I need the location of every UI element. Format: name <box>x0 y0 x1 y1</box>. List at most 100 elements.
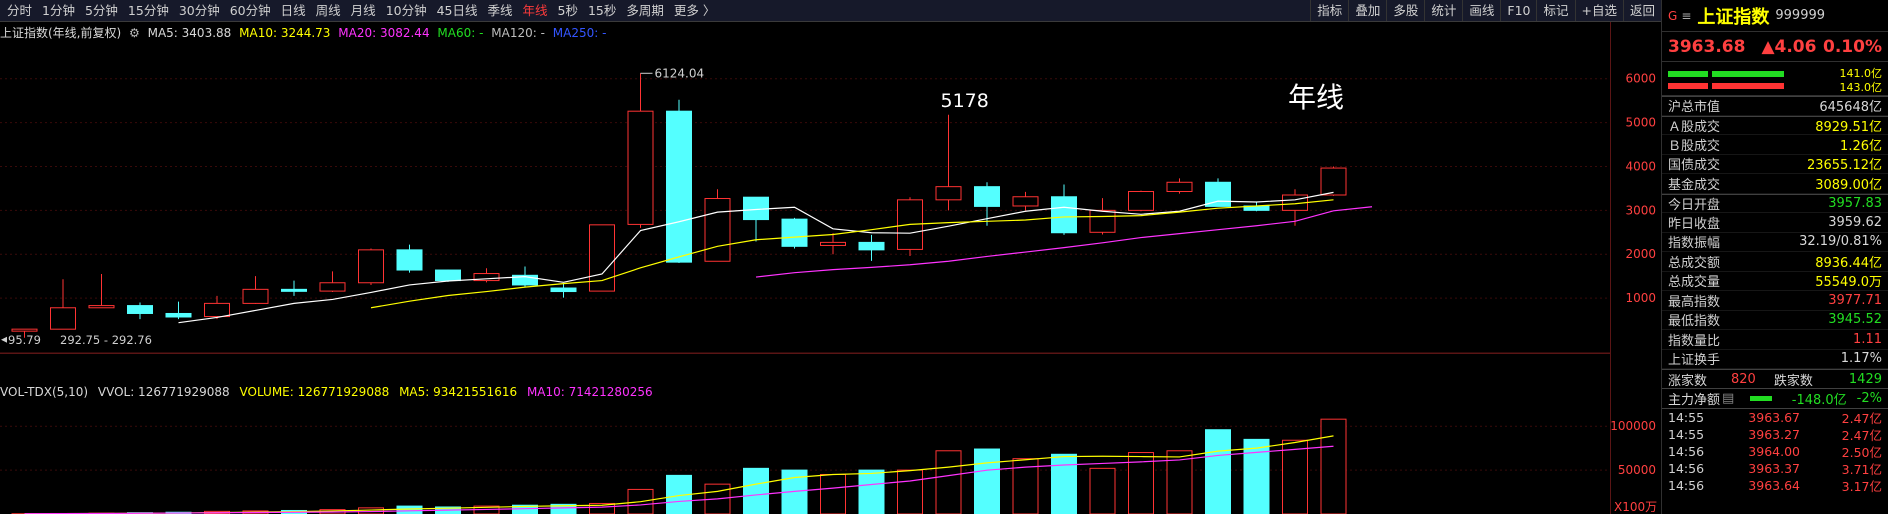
candle <box>396 249 423 271</box>
period-tab-0[interactable]: 分时 <box>2 0 37 21</box>
stat-label: 昨日收盘 <box>1668 216 1721 232</box>
group-badge[interactable]: G <box>1668 9 1677 23</box>
period-tab-10[interactable]: 45日线 <box>432 0 483 21</box>
advance-decline: 涨家数 820 跌家数 1429 <box>1662 369 1888 389</box>
menu-icon[interactable]: ≡ <box>1681 9 1691 23</box>
tool-button-2[interactable]: 多股 <box>1386 0 1424 21</box>
high-annotation: 6124.04 <box>655 66 705 80</box>
stat-label: 国债成交 <box>1668 158 1721 174</box>
period-tab-8[interactable]: 月线 <box>346 0 381 21</box>
tool-button-5[interactable]: F10 <box>1500 0 1536 21</box>
period-tab-3[interactable]: 15分钟 <box>123 0 174 21</box>
stat-row: 总成交额 8936.44亿 <box>1662 252 1888 272</box>
candle <box>281 288 307 292</box>
quote-panel: G ≡ 上证指数 999999 3963.68 ▲4.06 0.10% 141.… <box>1661 0 1888 514</box>
vol-indicator-label: VOL-TDX(5,10) <box>0 385 89 399</box>
stat-row: 总成交量 55549.0万 <box>1662 272 1888 291</box>
period-tab-4[interactable]: 30分钟 <box>174 0 225 21</box>
tick-p: 3963.37 <box>1748 461 1800 476</box>
candle <box>242 288 269 304</box>
ma250-label: MA250: - <box>552 26 607 40</box>
period-tab-9[interactable]: 10分钟 <box>381 0 432 21</box>
stat-row: 基金成交 3089.00亿 <box>1662 174 1888 194</box>
period-tab-1[interactable]: 1分钟 <box>37 0 80 21</box>
settings-icon[interactable]: ⚙ <box>129 26 140 40</box>
candle <box>1051 196 1077 234</box>
tick-row: 14:56 3964.00 2.50亿 <box>1662 443 1888 460</box>
red-bar-value: 143.0亿 <box>1839 81 1883 94</box>
stat-value: 3957.83 <box>1828 195 1882 211</box>
ma20-label: MA20: 3082.44 <box>338 26 430 40</box>
price-quote: 3963.68 ▲4.06 0.10% <box>1662 32 1888 62</box>
stat-value: 3977.71 <box>1828 292 1882 308</box>
volume-label: VOLUME: 126771929088 <box>239 385 390 399</box>
chart-tools: 指标 叠加 多股 统计 画线 F10 标记 +自选 返回 <box>1310 0 1661 21</box>
stat-value: 1.17% <box>1840 351 1882 367</box>
tick-p: 3964.00 <box>1748 444 1800 459</box>
candle <box>666 110 692 263</box>
candle <box>435 269 461 282</box>
candlestick-chart[interactable]: 1000 2000 3000 4000 5000 6000 6124.04 5178 年线 95.… <box>0 42 1661 353</box>
stat-value: 3959.62 <box>1828 214 1882 230</box>
vol-ma10-label: MA10: 71421280256 <box>526 385 653 399</box>
period-tab-16[interactable]: 更多 〉 <box>669 0 720 21</box>
stat-value: 1.11 <box>1853 331 1882 347</box>
peak-annotation: 5178 <box>941 90 989 112</box>
volume-bar <box>897 469 923 514</box>
vvol-label: VVOL: 126771929088 <box>97 385 230 399</box>
tick-v: 3.17亿 <box>1841 479 1882 494</box>
volume-bar <box>1051 453 1077 514</box>
period-tab-13[interactable]: 5秒 <box>553 0 583 21</box>
period-tab-14[interactable]: 15秒 <box>583 0 621 21</box>
period-tab-7[interactable]: 周线 <box>311 0 346 21</box>
stat-value: 1.26亿 <box>1840 138 1882 154</box>
tool-button-7[interactable]: +自选 <box>1574 0 1623 21</box>
price-tick: 6000 <box>1625 72 1656 86</box>
candle <box>820 241 846 246</box>
stat-value: 8936.44亿 <box>1815 255 1882 271</box>
stat-row: 今日开盘 3957.83 <box>1662 193 1888 213</box>
tick-t: 14:56 <box>1668 461 1705 476</box>
tool-button-8[interactable]: 返回 <box>1622 0 1661 21</box>
period-tab-5[interactable]: 60分钟 <box>225 0 276 21</box>
stat-row: 国债成交 23655.12亿 <box>1662 155 1888 174</box>
last-price: 3963.68 <box>1668 36 1746 57</box>
candle <box>358 249 384 284</box>
stat-label: 指数量比 <box>1668 333 1721 349</box>
ma10-label: MA10: 3244.73 <box>239 26 331 40</box>
stat-label: 指数振幅 <box>1668 236 1721 252</box>
stat-row: 最低指数 3945.52 <box>1662 311 1888 330</box>
period-tab-11[interactable]: 季线 <box>483 0 518 21</box>
stat-label: 上证换手 <box>1668 353 1721 369</box>
candle <box>165 312 192 318</box>
stat-value: 32.19/0.81% <box>1799 234 1882 250</box>
price-tick: 2000 <box>1625 247 1656 261</box>
flow-icon[interactable]: ▤ <box>1722 391 1734 406</box>
tool-button-3[interactable]: 统计 <box>1424 0 1462 21</box>
stat-label: 总成交额 <box>1668 255 1721 271</box>
period-tab-6[interactable]: 日线 <box>276 0 311 21</box>
candle <box>974 186 1000 207</box>
tick-t: 14:56 <box>1668 444 1705 459</box>
tool-button-4[interactable]: 画线 <box>1462 0 1500 21</box>
candle <box>1205 181 1231 207</box>
period-tab-15[interactable]: 多周期 <box>621 0 669 21</box>
tool-button-0[interactable]: 指标 <box>1310 0 1348 21</box>
stat-row: 指数振幅 32.19/0.81% <box>1662 233 1888 252</box>
volume-bar <box>1089 467 1116 514</box>
buy-sell-bars: 141.0亿 143.0亿 <box>1662 62 1888 96</box>
period-tab-2[interactable]: 5分钟 <box>80 0 123 21</box>
tick-t: 14:55 <box>1668 427 1705 442</box>
stat-row: Ｂ股成交 1.26亿 <box>1662 135 1888 155</box>
tool-button-1[interactable]: 叠加 <box>1348 0 1386 21</box>
candle <box>1320 167 1347 196</box>
stat-value: 645648亿 <box>1819 100 1882 116</box>
volume-divider[interactable] <box>0 353 1610 354</box>
period-tab-12[interactable]: 年线 <box>518 0 553 21</box>
stat-row: 上证换手 1.17% <box>1662 350 1888 369</box>
volume-bar <box>743 467 769 514</box>
tick-t: 14:56 <box>1668 478 1705 493</box>
volume-chart[interactable]: 50000 100000 <box>0 401 1661 514</box>
price-change-pct: 0.10% <box>1823 36 1882 57</box>
tool-button-6[interactable]: 标记 <box>1536 0 1574 21</box>
